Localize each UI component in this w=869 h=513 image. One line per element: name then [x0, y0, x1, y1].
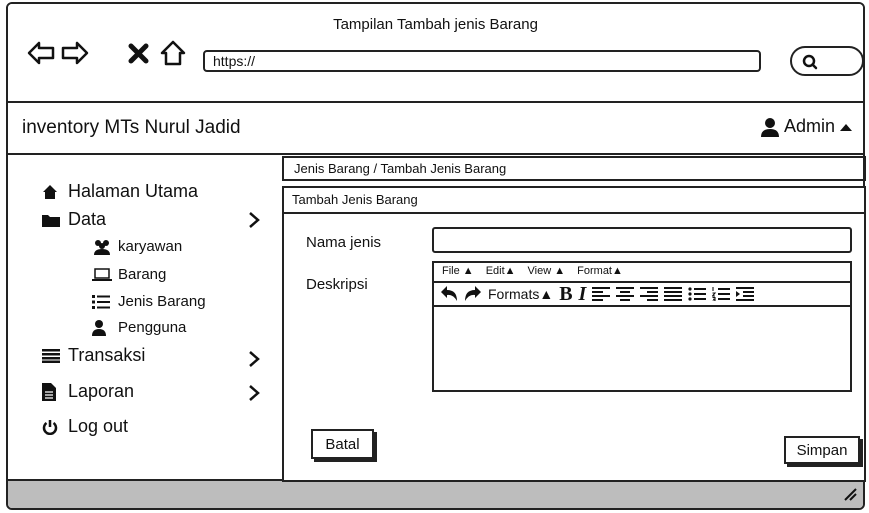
home-icon: [42, 184, 68, 200]
chevron-right-icon[interactable]: [248, 211, 260, 229]
user-menu[interactable]: Admin: [760, 116, 853, 137]
folder-icon: [42, 213, 68, 227]
search-button[interactable]: [790, 46, 863, 76]
sidebar-subitem-label: karyawan: [118, 238, 183, 255]
close-icon[interactable]: [124, 38, 154, 68]
numbered-list-icon[interactable]: [712, 287, 731, 301]
window-title: Tampilan Tambah jenis Barang: [333, 16, 538, 33]
breadcrumb: Jenis Barang / Tambah Jenis Barang: [282, 156, 866, 181]
save-button[interactable]: Simpan: [784, 436, 860, 464]
rich-text-editor: File ▲ Edit▲ View ▲ Format▲ Formats▲ B I: [432, 261, 852, 392]
redo-icon[interactable]: [464, 286, 482, 302]
undo-icon[interactable]: [440, 286, 458, 302]
name-label: Nama jenis: [306, 234, 382, 251]
sidebar-subitem-barang[interactable]: Barang: [92, 266, 166, 283]
address-bar[interactable]: https://: [203, 50, 761, 72]
editor-toolbar: Formats▲ B I: [434, 283, 850, 307]
align-right-icon[interactable]: [640, 287, 659, 301]
align-left-icon[interactable]: [592, 287, 611, 301]
sidebar-item-label: Halaman Utama: [68, 181, 199, 201]
indent-icon[interactable]: [736, 287, 755, 301]
align-justify-icon[interactable]: [664, 287, 683, 301]
bullet-list-icon[interactable]: [688, 287, 707, 301]
sidebar-subitem-pengguna[interactable]: Pengguna: [92, 319, 186, 336]
editor-menu-file[interactable]: File ▲: [442, 265, 474, 279]
list-icon: [92, 294, 118, 309]
users-icon: [92, 239, 118, 255]
sidebar-subitem-jenis-barang[interactable]: Jenis Barang: [92, 293, 206, 310]
footer-bar: [8, 479, 863, 508]
user-name: Admin: [783, 116, 835, 136]
resize-handle-icon[interactable]: [843, 487, 857, 501]
sidebar-subitem-label: Jenis Barang: [118, 293, 206, 310]
laptop-icon: [92, 267, 118, 282]
editor-menu-format[interactable]: Format▲: [577, 265, 623, 279]
sidebar-item-label: Laporan: [68, 381, 135, 401]
sidebar-subitem-karyawan[interactable]: karyawan: [92, 238, 182, 255]
sidebar-item-label: Log out: [68, 416, 129, 436]
sidebar-item-halaman-utama[interactable]: Halaman Utama: [42, 181, 198, 202]
file-icon: [42, 382, 68, 401]
app-header: inventory MTs Nurul Jadid Admin: [8, 103, 863, 155]
editor-menu-edit[interactable]: Edit▲: [486, 265, 516, 279]
form-title: Tambah Jenis Barang: [284, 188, 864, 214]
search-icon: [802, 54, 818, 70]
description-label: Deskripsi: [306, 276, 368, 293]
sidebar-subitem-label: Pengguna: [118, 319, 187, 336]
forward-arrow-icon[interactable]: [60, 38, 90, 68]
app-brand: inventory MTs Nurul Jadid: [22, 117, 241, 138]
sidebar-subitem-label: Barang: [118, 266, 167, 283]
sidebar-item-label: Data: [68, 209, 107, 229]
menu-icon: [42, 348, 68, 363]
chevron-right-icon[interactable]: [248, 350, 260, 368]
chevron-right-icon[interactable]: [248, 384, 260, 402]
sidebar-item-logout[interactable]: Log out: [42, 416, 128, 437]
italic-icon[interactable]: I: [579, 283, 587, 306]
sidebar-item-transaksi[interactable]: Transaksi: [42, 345, 145, 366]
name-input[interactable]: [432, 227, 852, 253]
cancel-button[interactable]: Batal: [311, 429, 374, 459]
home-icon[interactable]: [158, 38, 188, 68]
caret-up-icon: [840, 123, 852, 131]
back-arrow-icon[interactable]: [26, 38, 56, 68]
bold-icon[interactable]: B: [559, 283, 572, 306]
sidebar-item-label: Transaksi: [68, 345, 146, 365]
browser-chrome: Tampilan Tambah jenis Barang https://: [8, 4, 863, 103]
align-center-icon[interactable]: [616, 287, 635, 301]
user-icon: [760, 117, 779, 137]
editor-content-area[interactable]: [434, 307, 850, 387]
form-card: Tambah Jenis Barang Nama jenis Deskripsi…: [282, 186, 866, 482]
user-icon: [92, 319, 118, 336]
sidebar: Halaman Utama Data karyawan Barang Jenis…: [8, 155, 290, 481]
sidebar-item-data[interactable]: Data: [42, 209, 106, 230]
editor-menubar: File ▲ Edit▲ View ▲ Format▲: [434, 263, 850, 283]
sidebar-item-laporan[interactable]: Laporan: [42, 381, 134, 402]
formats-dropdown[interactable]: Formats▲: [488, 286, 553, 302]
editor-menu-view[interactable]: View ▲: [528, 265, 566, 279]
power-icon: [42, 419, 68, 435]
